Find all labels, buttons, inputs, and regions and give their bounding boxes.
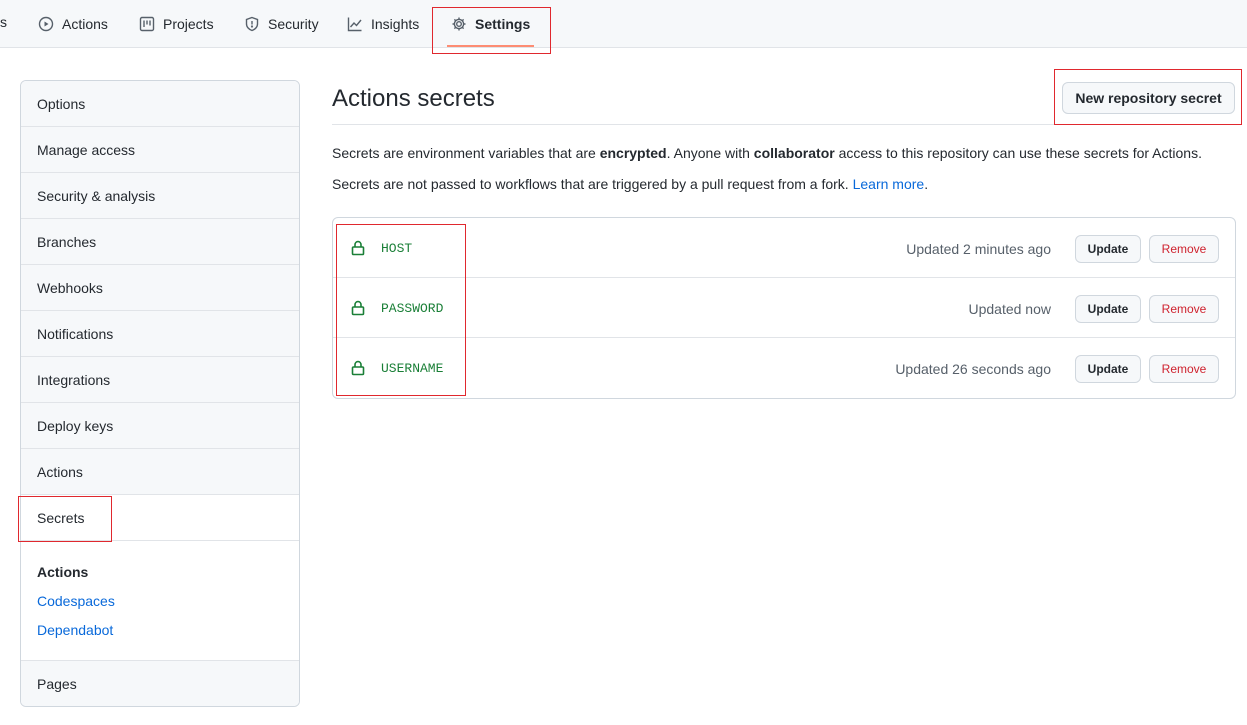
- sidebar-item-branches[interactable]: Branches: [21, 219, 299, 265]
- sidebar-item-actions[interactable]: Actions: [21, 449, 299, 495]
- fork-notice-period: .: [924, 176, 929, 192]
- sidebar-secrets-subgroup: Actions Codespaces Dependabot: [21, 541, 299, 661]
- update-secret-button[interactable]: Update: [1075, 355, 1141, 383]
- sidebar-link-codespaces[interactable]: Codespaces: [37, 587, 283, 616]
- sidebar-item-deploy-keys[interactable]: Deploy keys: [21, 403, 299, 449]
- desc-text: access to this repository can use these …: [834, 145, 1202, 161]
- secret-updated-time: Updated 26 seconds ago: [895, 361, 1051, 377]
- secret-row-password: PASSWORD Updated now Update Remove: [333, 278, 1235, 338]
- desc-text: . Anyone with: [666, 145, 754, 161]
- update-secret-button[interactable]: Update: [1075, 235, 1141, 263]
- title-divider: [332, 124, 1236, 125]
- remove-secret-button[interactable]: Remove: [1149, 355, 1219, 383]
- sidebar-item-notifications[interactable]: Notifications: [21, 311, 299, 357]
- tab-projects[interactable]: Projects: [139, 0, 214, 47]
- desc-bold-collaborator: collaborator: [753, 145, 835, 161]
- secrets-list: HOST Updated 2 minutes ago Update Remove…: [332, 217, 1236, 399]
- graph-icon: [347, 17, 362, 31]
- lock-icon: [351, 240, 365, 256]
- sidebar-item-pages[interactable]: Pages: [21, 661, 299, 706]
- shield-icon: [245, 16, 259, 31]
- secret-updated-time: Updated 2 minutes ago: [906, 241, 1051, 257]
- sidebar-item-secrets[interactable]: Secrets: [21, 495, 299, 541]
- sidebar-item-options[interactable]: Options: [21, 81, 299, 127]
- secret-name: PASSWORD: [381, 301, 444, 316]
- update-secret-button[interactable]: Update: [1075, 295, 1141, 323]
- tab-security[interactable]: Security: [244, 0, 319, 47]
- repo-nav: s Actions Projects Security Insights Set…: [0, 0, 1247, 48]
- sidebar-item-integrations[interactable]: Integrations: [21, 357, 299, 403]
- secrets-description: Secrets are environment variables that a…: [332, 145, 1202, 161]
- secret-row-username: USERNAME Updated 26 seconds ago Update R…: [333, 338, 1235, 398]
- secret-row-host: HOST Updated 2 minutes ago Update Remove: [333, 218, 1235, 278]
- gear-icon: [452, 17, 466, 30]
- tab-actions[interactable]: Actions: [38, 0, 108, 47]
- learn-more-link[interactable]: Learn more: [853, 176, 925, 192]
- play-circle-icon: [38, 16, 54, 31]
- sidebar-item-security-analysis[interactable]: Security & analysis: [21, 173, 299, 219]
- sidebar-subgroup-title[interactable]: Actions: [37, 557, 283, 587]
- secret-updated-time: Updated now: [968, 301, 1051, 317]
- sidebar-item-webhooks[interactable]: Webhooks: [21, 265, 299, 311]
- remove-secret-button[interactable]: Remove: [1149, 295, 1219, 323]
- tab-label: Security: [268, 15, 319, 32]
- new-repository-secret-button[interactable]: New repository secret: [1062, 82, 1235, 114]
- secret-name: HOST: [381, 241, 413, 256]
- desc-bold-encrypted: encrypted: [599, 145, 667, 161]
- lock-icon: [351, 360, 365, 376]
- tab-label: Actions: [62, 15, 108, 32]
- fork-notice: Secrets are not passed to workflows that…: [332, 176, 928, 192]
- fork-notice-text: Secrets are not passed to workflows that…: [332, 176, 853, 192]
- tab-label: Projects: [163, 15, 214, 32]
- tab-label: Settings: [475, 15, 531, 32]
- remove-secret-button[interactable]: Remove: [1149, 235, 1219, 263]
- tab-insights[interactable]: Insights: [347, 0, 419, 47]
- sidebar-item-manage-access[interactable]: Manage access: [21, 127, 299, 173]
- lock-icon: [351, 300, 365, 316]
- settings-sidebar: Options Manage access Security & analysi…: [20, 80, 300, 707]
- page-title: Actions secrets: [332, 85, 495, 112]
- sidebar-link-dependabot[interactable]: Dependabot: [37, 616, 283, 645]
- tab-settings[interactable]: Settings: [446, 0, 535, 47]
- tab-label: Insights: [371, 15, 420, 32]
- nav-tab-truncated-label: s: [0, 14, 7, 30]
- secret-name: USERNAME: [381, 361, 444, 376]
- desc-text: Secrets are environment variables that a…: [332, 145, 600, 161]
- project-board-icon: [139, 16, 155, 31]
